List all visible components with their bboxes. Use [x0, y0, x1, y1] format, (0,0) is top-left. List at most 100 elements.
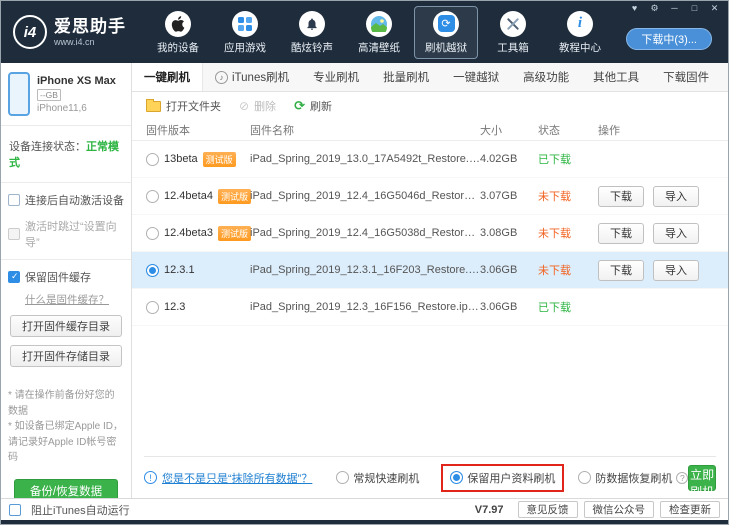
tab-download-firmware[interactable]: 下载固件 — [651, 63, 721, 91]
tab-one-click-flash[interactable]: 一键刷机 — [132, 63, 203, 91]
nav-label: 我的设备 — [157, 40, 199, 55]
radio-keep-user-data-flash[interactable]: 保留用户资料刷机 — [441, 464, 564, 492]
firmware-row[interactable]: 12.4beta3 测试版 iPad_Spring_2019_12.4_16G5… — [132, 215, 728, 252]
nav-apps-games[interactable]: 应用游戏 — [213, 6, 277, 59]
import-button[interactable]: 导入 — [653, 186, 699, 207]
checkbox-label: 连接后自动激活设备 — [25, 192, 124, 208]
nav-tutorials[interactable]: i 教程中心 — [548, 6, 612, 59]
flash-now-button[interactable]: 立即刷机 — [688, 465, 716, 491]
connection-status: 设备连接状态：正常模式 — [1, 126, 131, 183]
tab-advanced[interactable]: 高级功能 — [511, 63, 581, 91]
firmware-row[interactable]: 12.3 iPad_Spring_2019_12.3_16F156_Restor… — [132, 289, 728, 326]
tab-pro-flash[interactable]: 专业刷机 — [301, 63, 371, 91]
tab-batch-flash[interactable]: 批量刷机 — [371, 63, 441, 91]
device-capacity: --GB — [37, 89, 61, 101]
feedback-button[interactable]: 意见反馈 — [518, 501, 578, 518]
apple-icon — [165, 11, 191, 37]
main-content: 一键刷机 iTunes刷机 专业刷机 批量刷机 一键越狱 高级功能 其他工具 下… — [132, 63, 728, 498]
tab-other-tools[interactable]: 其他工具 — [581, 63, 651, 91]
check-update-button[interactable]: 检查更新 — [660, 501, 720, 518]
firmware-version: 12.3 — [164, 301, 185, 313]
firmware-version: 12.4beta3 — [164, 227, 213, 239]
import-button[interactable]: 导入 — [653, 260, 699, 281]
firmware-row[interactable]: 12.4beta4 测试版 iPad_Spring_2019_12.4_16G5… — [132, 178, 728, 215]
beta-badge: 测试版 — [218, 226, 251, 241]
skip-setup-checkbox[interactable]: 激活时跳过“设置向导” — [8, 218, 124, 250]
checkbox-icon — [8, 228, 20, 240]
firmware-radio[interactable] — [146, 301, 159, 314]
maximize-icon[interactable] — [689, 4, 700, 13]
firmware-name: iPad_Spring_2019_12.4_16G5046d_Restore.i… — [250, 190, 480, 202]
nav-flash-jailbreak[interactable]: 刷机越狱 — [414, 6, 478, 59]
radio-label: 防数据恢复刷机 — [595, 470, 672, 486]
firmware-row[interactable]: 13beta 测试版 iPad_Spring_2019_13.0_17A5492… — [132, 141, 728, 178]
nav-ringtones[interactable]: 酷炫铃声 — [280, 6, 344, 59]
cache-help-link[interactable]: 什么是固件缓存？ — [25, 292, 124, 307]
nav-wallpapers[interactable]: 高清壁纸 — [347, 6, 411, 59]
firmware-radio[interactable] — [146, 227, 159, 240]
firmware-row-selected[interactable]: 12.3.1 iPad_Spring_2019_12.3.1_16F203_Re… — [132, 252, 728, 289]
firmware-size: 3.07GB — [480, 190, 538, 202]
nav-label: 工具箱 — [497, 40, 529, 55]
radio-selected-icon — [450, 471, 463, 484]
firmware-version: 12.4beta4 — [164, 190, 213, 202]
nav-toolbox[interactable]: 工具箱 — [481, 6, 545, 59]
import-button[interactable]: 导入 — [653, 223, 699, 244]
minimize-icon[interactable] — [669, 4, 680, 13]
device-model: iPhone11,6 — [37, 103, 116, 114]
alert-info-icon — [144, 471, 157, 484]
tab-one-click-jailbreak[interactable]: 一键越狱 — [441, 63, 511, 91]
nav-label: 应用游戏 — [224, 40, 266, 55]
delete-button[interactable]: 删除 — [239, 98, 276, 114]
tab-itunes-flash[interactable]: iTunes刷机 — [203, 63, 301, 91]
firmware-radio[interactable] — [146, 153, 159, 166]
beta-badge: 测试版 — [203, 152, 236, 167]
window-bottom-edge — [1, 520, 728, 524]
radio-normal-flash[interactable]: 常规快速刷机 — [336, 470, 419, 486]
auto-activate-checkbox[interactable]: 连接后自动激活设备 — [8, 192, 124, 208]
downloading-button[interactable]: 下载中(3)... — [626, 28, 712, 50]
firmware-version: 13beta — [164, 153, 198, 165]
tab-label: iTunes刷机 — [232, 69, 289, 85]
refresh-icon — [294, 98, 305, 114]
app-title: 爱思助手 — [54, 17, 126, 37]
radio-icon — [336, 471, 349, 484]
itunes-icon — [215, 71, 228, 84]
settings-icon[interactable] — [649, 4, 660, 13]
app-url: www.i4.cn — [54, 37, 126, 47]
sidebar: iPhone XS Max --GB iPhone11,6 设备连接状态：正常模… — [1, 63, 132, 498]
download-button[interactable]: 下载 — [598, 260, 644, 281]
radio-anti-recovery-flash[interactable]: 防数据恢复刷机 — [578, 470, 688, 486]
activation-options: 连接后自动激活设备 激活时跳过“设置向导” — [1, 183, 131, 260]
download-button[interactable]: 下载 — [598, 223, 644, 244]
theme-icon[interactable] — [629, 4, 640, 13]
col-name: 固件名称 — [250, 122, 480, 138]
checkbox-label: 激活时跳过“设置向导” — [25, 218, 124, 250]
firmware-name: iPad_Spring_2019_12.4_16G5038d_Restore.i… — [250, 227, 480, 239]
col-version: 固件版本 — [132, 122, 250, 138]
help-icon[interactable] — [676, 472, 688, 484]
nav-label: 刷机越狱 — [425, 40, 467, 55]
open-storage-dir-button[interactable]: 打开固件存储目录 — [10, 345, 122, 367]
note-line: * 如设备已绑定Apple ID，请记录好Apple ID帐号密码 — [8, 419, 124, 466]
device-name: iPhone XS Max — [37, 75, 116, 87]
download-button[interactable]: 下载 — [598, 186, 644, 207]
firmware-size: 4.02GB — [480, 153, 538, 165]
i4-logo-icon: i4 — [13, 15, 47, 49]
erase-data-link[interactable]: 您是不是只是“抹除所有数据”？ — [162, 470, 312, 486]
status-bar: 阻止iTunes自动运行 V7.97 意见反馈 微信公众号 检查更新 — [1, 498, 728, 520]
firmware-radio-selected[interactable] — [146, 264, 159, 277]
refresh-button[interactable]: 刷新 — [294, 98, 332, 114]
beta-badge: 测试版 — [218, 189, 251, 204]
close-icon[interactable] — [709, 4, 720, 13]
open-cache-dir-button[interactable]: 打开固件缓存目录 — [10, 315, 122, 337]
open-folder-button[interactable]: 打开文件夹 — [146, 98, 221, 114]
top-bar: i4 爱思助手 www.i4.cn 我的设备 应用游戏 — [1, 1, 728, 63]
wechat-button[interactable]: 微信公众号 — [584, 501, 655, 518]
keep-cache-checkbox[interactable]: 保留固件缓存 — [8, 269, 124, 285]
nav-my-devices[interactable]: 我的设备 — [146, 6, 210, 59]
folder-icon — [146, 101, 161, 112]
block-itunes-checkbox[interactable]: 阻止iTunes自动运行 — [9, 502, 130, 518]
firmware-radio[interactable] — [146, 190, 159, 203]
wallpaper-icon — [366, 11, 392, 37]
